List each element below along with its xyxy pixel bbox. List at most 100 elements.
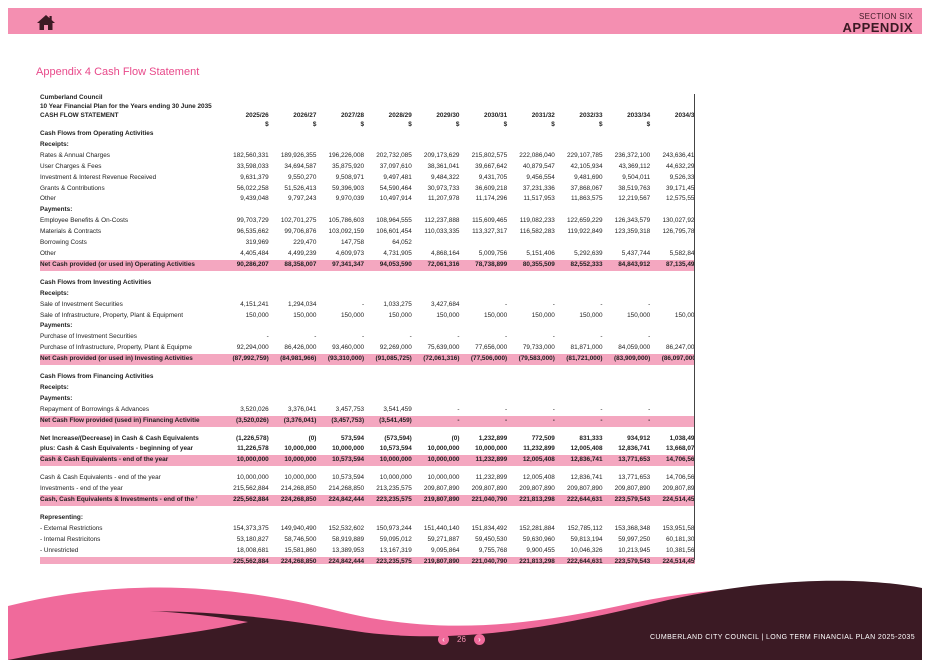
table-row: Investment & Interest Revenue Received 9,… [40, 173, 695, 184]
row-value [652, 466, 695, 473]
row-value: 102,701,275 [280, 217, 317, 225]
unit-label: $ [598, 121, 603, 128]
row-value [271, 394, 319, 405]
row-value: 10,000,000 [236, 474, 269, 482]
row-value: (0) [308, 434, 317, 442]
row-value [271, 271, 319, 278]
row-value: 3,457,753 [335, 405, 365, 413]
row-label: Grants & Contributions [40, 184, 105, 192]
row-value: 15,581,860 [284, 546, 317, 554]
row-label: Sale of Infrastructure, Property, Plant … [40, 311, 184, 319]
row-label: Repayment of Borrowings & Advances [40, 405, 150, 413]
row-value [509, 506, 557, 513]
row-value: 106,601,454 [376, 228, 412, 236]
row-value: 221,040,790 [461, 495, 510, 506]
table-row: Payments: [40, 394, 695, 405]
row-value [414, 278, 462, 289]
row-label: Representing: [40, 514, 83, 521]
row-value: 93,460,000 [332, 344, 365, 352]
row-value: 3,376,041 [287, 405, 317, 413]
row-value [605, 238, 653, 249]
row-value [557, 513, 605, 524]
row-label: Payments: [40, 206, 73, 214]
next-page-button[interactable]: › [473, 634, 485, 645]
row-value: 224,268,850 [270, 495, 319, 506]
row-value: 9,755,768 [478, 546, 508, 554]
table-row: Cash & Cash Equivalents - end of the yea… [40, 473, 695, 484]
row-value: (3,457,753) [318, 415, 367, 427]
table-row: Investments - end of the year 215,562,884… [40, 484, 695, 495]
row-value: 3,520,026 [240, 405, 269, 413]
row-value [318, 427, 366, 434]
pager: ‹ 26 › [438, 634, 485, 645]
row-value [461, 205, 509, 216]
row-value: - [600, 405, 603, 413]
row-value: 9,481,690 [574, 173, 603, 181]
row-value: 9,900,455 [526, 546, 555, 554]
row-value [652, 140, 695, 151]
row-value: 10,000,000 [379, 474, 412, 482]
total-row: Cash, Cash Equivalents & Investments - e… [40, 495, 695, 506]
section-heading-row: Representing: [40, 513, 695, 524]
row-value [223, 321, 271, 332]
row-value [557, 129, 605, 140]
row-value: 51,526,413 [284, 184, 317, 192]
row-value [605, 271, 653, 278]
row-value: 209,807,890 [566, 485, 603, 493]
row-value [605, 129, 653, 140]
row-value [461, 289, 509, 300]
row-value [366, 271, 414, 278]
row-value: 219,807,890 [413, 556, 462, 564]
row-value [318, 513, 366, 524]
row-value [223, 427, 271, 434]
unit-label: $ [360, 121, 365, 128]
unit-label: $ [265, 121, 269, 128]
row-value: 147,758 [340, 239, 365, 247]
row-value: 92,269,000 [379, 344, 412, 352]
row-value: 18,008,681 [236, 546, 269, 554]
prev-page-button[interactable]: ‹ [438, 634, 449, 645]
row-value [223, 506, 271, 513]
row-value [461, 238, 509, 249]
row-value: 75,639,000 [427, 344, 460, 352]
row-value [557, 365, 605, 372]
row-value [652, 205, 695, 216]
home-icon[interactable] [36, 13, 56, 31]
row-value: - [604, 415, 653, 427]
row-value: 831,333 [579, 434, 603, 442]
row-value: 11,174,296 [475, 195, 508, 203]
row-value: 221,813,298 [509, 495, 557, 506]
row-value: (83,909,000) [604, 354, 653, 366]
row-label: Cash Flows from Operating Activities [40, 130, 154, 137]
row-value: 9,550,270 [287, 173, 317, 181]
plan-title: 10 Year Financial Plan for the Years end… [40, 102, 212, 110]
row-value [366, 427, 414, 434]
row-value [223, 466, 271, 473]
row-value: 214,268,850 [280, 485, 317, 493]
row-value [318, 271, 366, 278]
row-value: 119,922,849 [567, 228, 603, 236]
row-value [366, 365, 414, 372]
row-value [414, 506, 462, 513]
row-value [271, 427, 319, 434]
row-value: 82,552,333 [556, 259, 605, 271]
row-value: 30,973,733 [427, 184, 460, 192]
row-value [557, 466, 605, 473]
row-value [366, 506, 414, 513]
row-value [318, 278, 366, 289]
row-value: 9,970,039 [335, 195, 365, 203]
row-value [366, 372, 414, 383]
row-value [414, 238, 462, 249]
row-value: 13,771,653 [618, 474, 651, 482]
row-value: - [652, 300, 695, 311]
row-value: - [652, 405, 695, 416]
row-value [414, 205, 462, 216]
row-value: - [648, 300, 651, 308]
year-header: 2031/32 [531, 112, 555, 119]
row-value [366, 394, 414, 405]
row-value [605, 278, 653, 289]
row-value: 9,797,243 [287, 195, 317, 203]
row-value: 40,879,547 [522, 162, 555, 170]
row-value [414, 140, 462, 151]
row-value: - [600, 300, 603, 308]
